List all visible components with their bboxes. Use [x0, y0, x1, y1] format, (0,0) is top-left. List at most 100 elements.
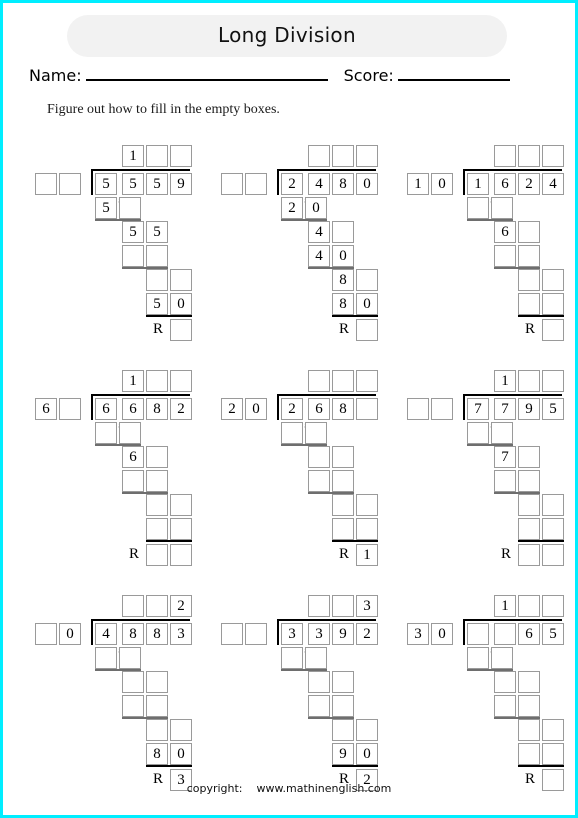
divisor-digit-0[interactable] [221, 173, 243, 195]
dividend-digit-1[interactable]: 3 [308, 623, 330, 645]
step-digit-3-0[interactable] [332, 494, 354, 516]
step-digit-4-1[interactable] [542, 293, 564, 315]
divisor-digit-0[interactable]: 2 [221, 398, 243, 420]
remainder-digit-1[interactable] [542, 544, 564, 566]
step-digit-3-0[interactable] [518, 269, 540, 291]
step-digit-0-1[interactable] [119, 647, 141, 669]
step-digit-2-1[interactable] [518, 470, 540, 492]
quotient-digit-2[interactable] [542, 595, 564, 617]
step-digit-1-1[interactable] [518, 671, 540, 693]
step-digit-0-0[interactable] [467, 197, 489, 219]
step-digit-3-0[interactable] [146, 269, 168, 291]
step-digit-2-1[interactable] [518, 695, 540, 717]
step-digit-2-0[interactable] [494, 695, 516, 717]
step-digit-2-0[interactable] [122, 695, 144, 717]
step-digit-2-0[interactable] [494, 245, 516, 267]
divisor-digit-1[interactable]: 0 [431, 623, 453, 645]
divisor-digit-0[interactable] [35, 623, 57, 645]
step-digit-3-1[interactable] [542, 269, 564, 291]
quotient-digit-0[interactable]: 1 [122, 145, 144, 167]
quotient-digit-0[interactable] [308, 370, 330, 392]
step-digit-0-0[interactable] [281, 647, 303, 669]
step-digit-1-0[interactable]: 6 [494, 221, 516, 243]
step-digit-1-1[interactable] [146, 446, 168, 468]
step-digit-1-1[interactable] [332, 446, 354, 468]
step-digit-1-0[interactable] [122, 671, 144, 693]
quotient-digit-0[interactable]: 1 [122, 370, 144, 392]
name-input-line[interactable] [85, 65, 328, 81]
dividend-digit-0[interactable]: 5 [95, 173, 117, 195]
step-digit-1-0[interactable]: 6 [122, 446, 144, 468]
remainder-digit-0[interactable]: 1 [356, 544, 378, 566]
dividend-digit-0[interactable]: 3 [281, 623, 303, 645]
quotient-digit-1[interactable] [332, 370, 354, 392]
remainder-digit-0[interactable] [356, 319, 378, 341]
dividend-digit-0[interactable]: 4 [95, 623, 117, 645]
step-digit-2-0[interactable]: 4 [308, 245, 330, 267]
step-digit-3-1[interactable] [356, 269, 378, 291]
step-digit-3-1[interactable] [542, 494, 564, 516]
dividend-digit-3[interactable]: 9 [170, 173, 192, 195]
step-digit-4-1[interactable]: 0 [170, 743, 192, 765]
step-digit-2-1[interactable] [332, 470, 354, 492]
step-digit-2-1[interactable] [146, 695, 168, 717]
divisor-digit-1[interactable]: 0 [59, 623, 81, 645]
step-digit-3-1[interactable] [356, 494, 378, 516]
quotient-digit-2[interactable] [170, 145, 192, 167]
divisor-digit-1[interactable] [431, 398, 453, 420]
dividend-digit-1[interactable]: 8 [122, 623, 144, 645]
dividend-digit-2[interactable]: 8 [332, 398, 354, 420]
dividend-digit-0[interactable]: 6 [95, 398, 117, 420]
quotient-digit-2[interactable] [542, 370, 564, 392]
step-digit-0-1[interactable] [491, 647, 513, 669]
divisor-digit-1[interactable] [245, 173, 267, 195]
step-digit-4-1[interactable] [542, 743, 564, 765]
quotient-digit-1[interactable] [146, 145, 168, 167]
remainder-digit-0[interactable] [518, 544, 540, 566]
quotient-digit-1[interactable] [146, 595, 168, 617]
remainder-digit-0[interactable] [170, 319, 192, 341]
dividend-digit-1[interactable]: 7 [494, 398, 516, 420]
dividend-digit-3[interactable] [356, 398, 378, 420]
step-digit-2-1[interactable] [146, 245, 168, 267]
step-digit-4-1[interactable]: 0 [170, 293, 192, 315]
quotient-digit-1[interactable] [332, 145, 354, 167]
dividend-digit-2[interactable]: 6 [518, 623, 540, 645]
quotient-digit-0[interactable]: 1 [494, 595, 516, 617]
step-digit-0-0[interactable] [467, 422, 489, 444]
remainder-digit-0[interactable] [146, 544, 168, 566]
divisor-digit-0[interactable]: 3 [407, 623, 429, 645]
quotient-digit-2[interactable] [170, 370, 192, 392]
quotient-digit-0[interactable]: 1 [494, 370, 516, 392]
dividend-digit-3[interactable]: 4 [542, 173, 564, 195]
quotient-digit-2[interactable] [356, 370, 378, 392]
dividend-digit-3[interactable]: 2 [356, 623, 378, 645]
quotient-digit-2[interactable] [542, 145, 564, 167]
step-digit-1-1[interactable]: 5 [146, 221, 168, 243]
dividend-digit-2[interactable]: 9 [332, 623, 354, 645]
quotient-digit-1[interactable] [518, 370, 540, 392]
step-digit-2-1[interactable] [332, 695, 354, 717]
step-digit-0-0[interactable]: 5 [95, 197, 117, 219]
dividend-digit-0[interactable]: 2 [281, 173, 303, 195]
step-digit-3-0[interactable] [146, 494, 168, 516]
step-digit-4-0[interactable]: 9 [332, 743, 354, 765]
quotient-digit-1[interactable] [332, 595, 354, 617]
remainder-digit-1[interactable] [170, 544, 192, 566]
step-digit-4-1[interactable] [170, 518, 192, 540]
divisor-digit-1[interactable] [59, 173, 81, 195]
step-digit-0-1[interactable] [305, 647, 327, 669]
divisor-digit-0[interactable]: 1 [407, 173, 429, 195]
dividend-digit-1[interactable]: 4 [308, 173, 330, 195]
step-digit-3-1[interactable] [170, 494, 192, 516]
step-digit-0-1[interactable] [119, 422, 141, 444]
dividend-digit-0[interactable]: 7 [467, 398, 489, 420]
dividend-digit-3[interactable]: 0 [356, 173, 378, 195]
divisor-digit-1[interactable]: 0 [431, 173, 453, 195]
score-input-line[interactable] [397, 65, 510, 81]
step-digit-4-0[interactable] [518, 518, 540, 540]
dividend-digit-3[interactable]: 2 [170, 398, 192, 420]
dividend-digit-0[interactable]: 2 [281, 398, 303, 420]
step-digit-4-0[interactable] [146, 518, 168, 540]
step-digit-4-0[interactable]: 5 [146, 293, 168, 315]
